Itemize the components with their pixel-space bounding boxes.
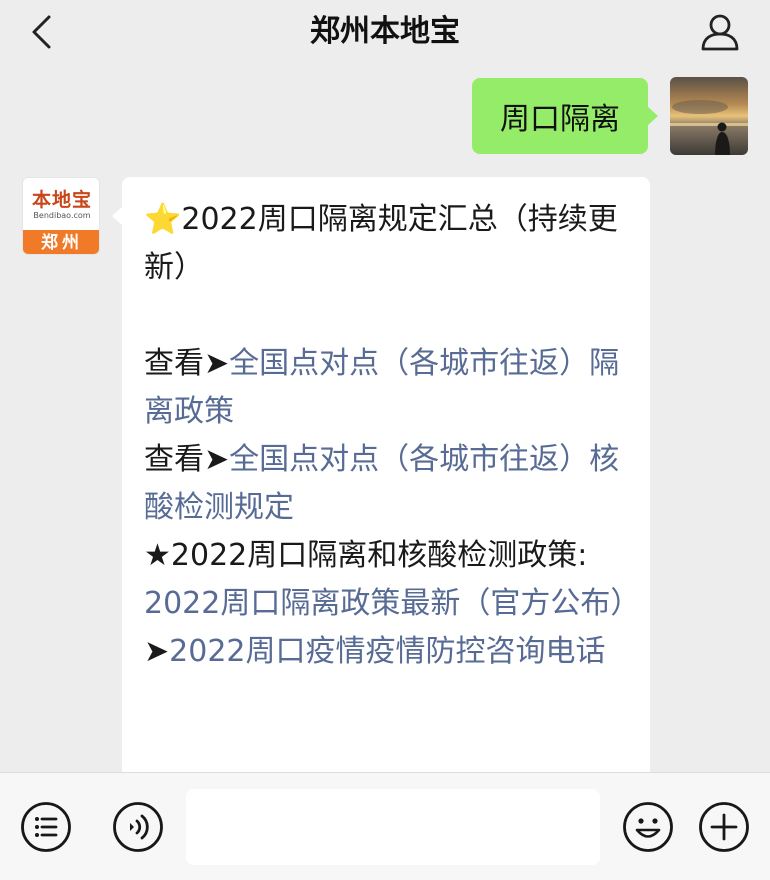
logo-top: 本地宝 Bendibao.com — [23, 178, 99, 230]
message-title: ⭐2022周口隔离规定汇总（持续更新） — [144, 202, 618, 285]
message-line-view-2: 查看➤全国点对点（各城市往返）核酸检测规定 — [144, 436, 626, 532]
page-title: 郑州本地宝 — [310, 14, 460, 49]
list-icon[interactable] — [20, 801, 72, 853]
message-line-view-1: 查看➤全国点对点（各城市往返）隔离政策 — [144, 340, 626, 436]
link-zhoukou-policy[interactable]: 2022周口隔离政策最新（官方公布） — [144, 586, 640, 621]
user-avatar[interactable] — [670, 77, 748, 155]
emoji-icon[interactable] — [622, 801, 674, 853]
user-message-bubble[interactable]: 周口隔离 — [472, 78, 658, 154]
bot-message-bubble: ⭐2022周口隔离规定汇总（持续更新） 查看➤全国点对点（各城市往返）隔离政策 … — [122, 177, 650, 797]
message-line-link-4: ➤2022周口疫情疫情防控咨询电话 — [144, 628, 626, 676]
chat-header: 郑州本地宝 — [0, 0, 770, 64]
message-input[interactable] — [186, 789, 600, 865]
message-line-link-3: 2022周口隔离政策最新（官方公布） — [144, 580, 640, 628]
logo-city: 郑州 — [23, 230, 99, 254]
account-avatar[interactable]: 本地宝 Bendibao.com 郑州 — [22, 177, 100, 255]
person-icon[interactable] — [694, 8, 746, 56]
view-prefix: 查看➤ — [144, 346, 230, 381]
logo-brand-cn: 本地宝 — [31, 189, 92, 211]
input-bar — [0, 772, 770, 880]
user-message-text: 周口隔离 — [500, 102, 620, 137]
voice-icon[interactable] — [112, 801, 164, 853]
view-prefix: 查看➤ — [144, 442, 230, 477]
logo-brand-en: Bendibao.com — [33, 211, 91, 220]
link-zhoukou-hotline[interactable]: 2022周口疫情疫情防控咨询电话 — [169, 634, 605, 669]
plus-icon[interactable] — [698, 801, 750, 853]
arrow-glyph: ➤ — [144, 634, 170, 669]
section-title: ★2022周口隔离和核酸检测政策: — [144, 538, 588, 573]
